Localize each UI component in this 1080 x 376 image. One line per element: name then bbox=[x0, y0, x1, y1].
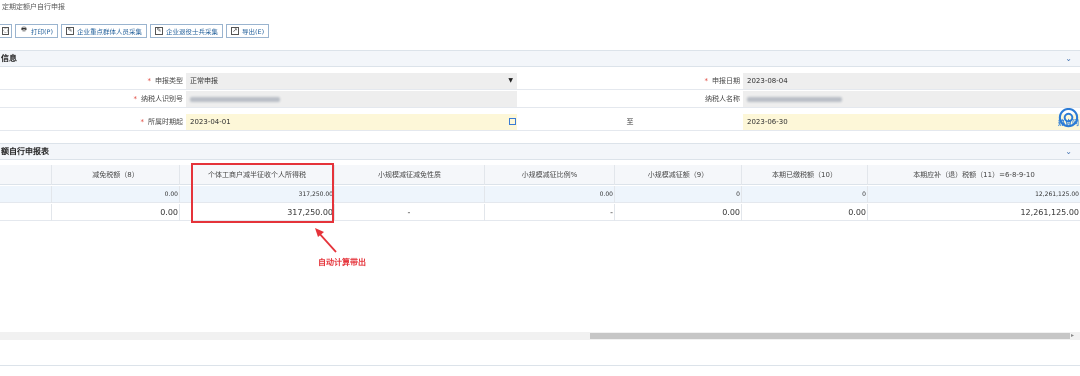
dropdown-arrow-icon[interactable]: ▼ bbox=[508, 73, 513, 89]
table-cell[interactable]: 12,261,125.00 bbox=[868, 186, 1080, 203]
scrollbar-thumb[interactable] bbox=[590, 333, 1070, 339]
chevron-down-icon[interactable]: ⌄ bbox=[1065, 144, 1072, 159]
table-cell[interactable]: - bbox=[485, 204, 615, 221]
table-cell[interactable]: 12,261,125.00 bbox=[868, 204, 1080, 221]
table-cell[interactable]: 0.00 bbox=[615, 204, 742, 221]
info-panel-title-text: 信息 bbox=[1, 54, 17, 63]
annotation-arrow-icon bbox=[315, 228, 337, 253]
table-cell[interactable]: 0.00 bbox=[52, 204, 180, 221]
breadcrumb: 定期定额户自行申报 bbox=[2, 3, 65, 11]
highlight-box bbox=[191, 163, 334, 223]
grid-panel-title[interactable]: 额自行申报表 ⌄ bbox=[0, 143, 1080, 160]
column-header: 小规模减征减免性质 bbox=[335, 165, 485, 185]
period-start-label: * 所属时期起 bbox=[140, 118, 184, 126]
required-mark: * bbox=[133, 95, 138, 103]
table-cell[interactable] bbox=[335, 186, 485, 203]
info-row-declare-type: * 申报类型 正常申报 ▼ * 申报日期 2023-08-04 bbox=[0, 73, 1080, 90]
collect-veteran-label: 企业退役士兵采集 bbox=[166, 28, 218, 36]
calendar-icon[interactable] bbox=[509, 118, 516, 125]
table-cell[interactable]: 0.00 bbox=[742, 204, 868, 221]
info-panel-title[interactable]: 信息 ⌄ bbox=[0, 50, 1080, 67]
declare-type-value: 正常申报 bbox=[190, 77, 218, 85]
period-end-field[interactable]: 2023-06-30 bbox=[743, 114, 1080, 130]
table-cell[interactable]: 0.00 bbox=[52, 186, 180, 203]
taxpayer-id-label: * 纳税人识别号 bbox=[133, 95, 184, 103]
chevron-down-icon[interactable]: ⌄ bbox=[1065, 51, 1072, 66]
declare-date-label: * 申报日期 bbox=[704, 77, 741, 85]
declare-date-field[interactable]: 2023-08-04 bbox=[743, 73, 1080, 89]
declare-type-label: * 申报类型 bbox=[147, 77, 184, 85]
info-row-period: * 所属时期起 2023-04-01 至 2023-06-30 bbox=[0, 114, 1080, 131]
print-button[interactable]: 🖶 打印(P) bbox=[15, 24, 58, 38]
taxpayer-name-field[interactable] bbox=[743, 91, 1080, 107]
redacted-text bbox=[747, 96, 842, 102]
redacted-text bbox=[190, 96, 280, 102]
column-header: 本期应补（退）税额（11）=6-8-9-10 bbox=[913, 171, 1035, 179]
required-mark: * bbox=[140, 118, 145, 126]
collect-key-group-button[interactable]: ✎ 企业重点群体人员采集 bbox=[61, 24, 147, 38]
declare-type-select[interactable]: 正常申报 ▼ bbox=[186, 73, 517, 89]
table-cell-blank bbox=[0, 204, 52, 221]
table-row[interactable]: 0.00 317,250.00 - - 0.00 0.00 12,261,125… bbox=[0, 204, 1080, 221]
column-header: 小规模减征比例% bbox=[485, 165, 615, 185]
collect-key-group-label: 企业重点群体人员采集 bbox=[77, 28, 142, 36]
table-cell-blank bbox=[0, 186, 52, 203]
period-end-value: 2023-06-30 bbox=[747, 118, 788, 126]
column-header: 本期已缴税额（10） bbox=[742, 165, 868, 185]
print-icon: 🖶 bbox=[21, 26, 27, 33]
grid-header-row: 减免税额（8） 个体工商户减半征收个人所得税 小规模减征减免性质 小规模减征比例… bbox=[0, 165, 1080, 185]
column-header-blank bbox=[0, 165, 52, 185]
column-header: 小规模减征额（9） bbox=[615, 165, 742, 185]
annotation-text: 自动计算带出 bbox=[318, 258, 366, 267]
hot-question-label[interactable]: 热点问 bbox=[1058, 118, 1079, 128]
refresh-icon: ◌ bbox=[2, 27, 10, 35]
edit-icon: ✎ bbox=[155, 27, 163, 35]
export-icon: ↗ bbox=[231, 27, 239, 35]
table-cell[interactable]: 0 bbox=[742, 186, 868, 203]
export-button[interactable]: ↗ 导出(E) bbox=[226, 24, 270, 38]
collect-veteran-button[interactable]: ✎ 企业退役士兵采集 bbox=[150, 24, 223, 38]
taxpayer-name-label: 纳税人名称 bbox=[705, 95, 740, 103]
table-cell[interactable]: - bbox=[335, 204, 485, 221]
table-row[interactable]: 0.00 317,250.00 0.00 0 0 12,261,125.00 bbox=[0, 186, 1080, 203]
taxpayer-id-field[interactable] bbox=[186, 91, 517, 107]
grid-panel-title-text: 额自行申报表 bbox=[1, 147, 49, 156]
edit-icon: ✎ bbox=[66, 27, 74, 35]
bottom-panel bbox=[0, 365, 1080, 376]
info-row-taxpayer: * 纳税人识别号 纳税人名称 bbox=[0, 91, 1080, 108]
scroll-right-icon[interactable]: ▸ bbox=[1071, 332, 1074, 339]
table-cell[interactable]: 0.00 bbox=[485, 186, 615, 203]
required-mark: * bbox=[147, 77, 152, 85]
table-cell[interactable]: 0 bbox=[615, 186, 742, 203]
toolbar-first-button[interactable]: ◌ bbox=[0, 24, 12, 38]
required-mark: * bbox=[704, 77, 709, 85]
period-start-value: 2023-04-01 bbox=[190, 118, 231, 126]
declare-date-value: 2023-08-04 bbox=[747, 77, 788, 85]
period-to-label: 至 bbox=[626, 118, 634, 126]
column-header: 减免税额（8） bbox=[52, 165, 180, 185]
export-label: 导出(E) bbox=[242, 28, 265, 36]
print-label: 打印(P) bbox=[31, 28, 53, 36]
period-start-field[interactable]: 2023-04-01 bbox=[186, 114, 517, 130]
toolbar: ◌ 🖶 打印(P) ✎ 企业重点群体人员采集 ✎ 企业退役士兵采集 ↗ 导出(E… bbox=[0, 23, 270, 39]
